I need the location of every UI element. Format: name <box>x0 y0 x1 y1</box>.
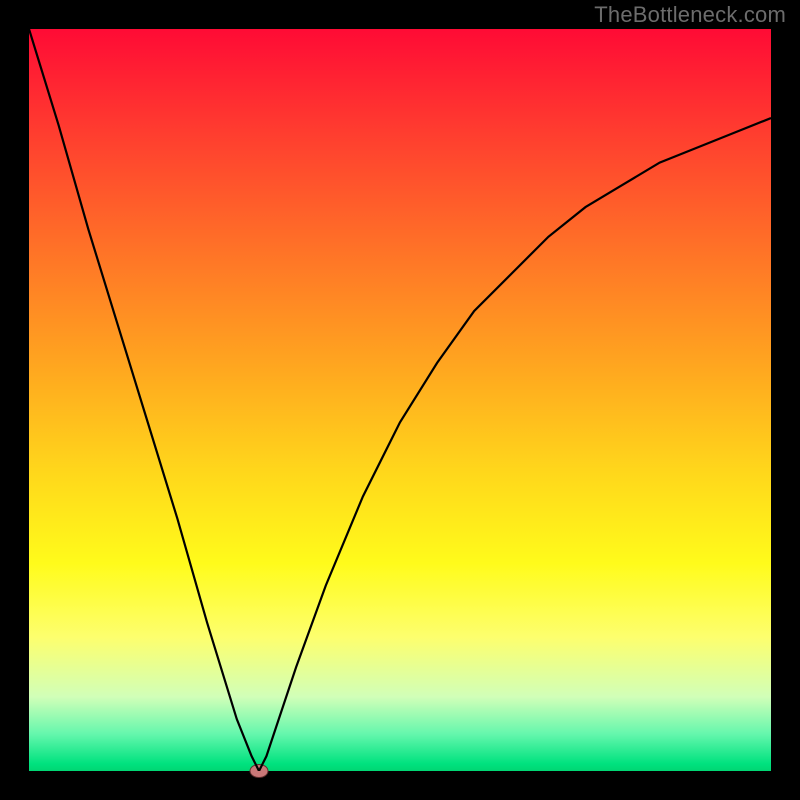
bottleneck-curve <box>29 29 771 771</box>
watermark-text: TheBottleneck.com <box>594 2 786 28</box>
chart-frame: TheBottleneck.com <box>0 0 800 800</box>
curve-svg <box>29 29 771 771</box>
plot-area <box>29 29 771 771</box>
